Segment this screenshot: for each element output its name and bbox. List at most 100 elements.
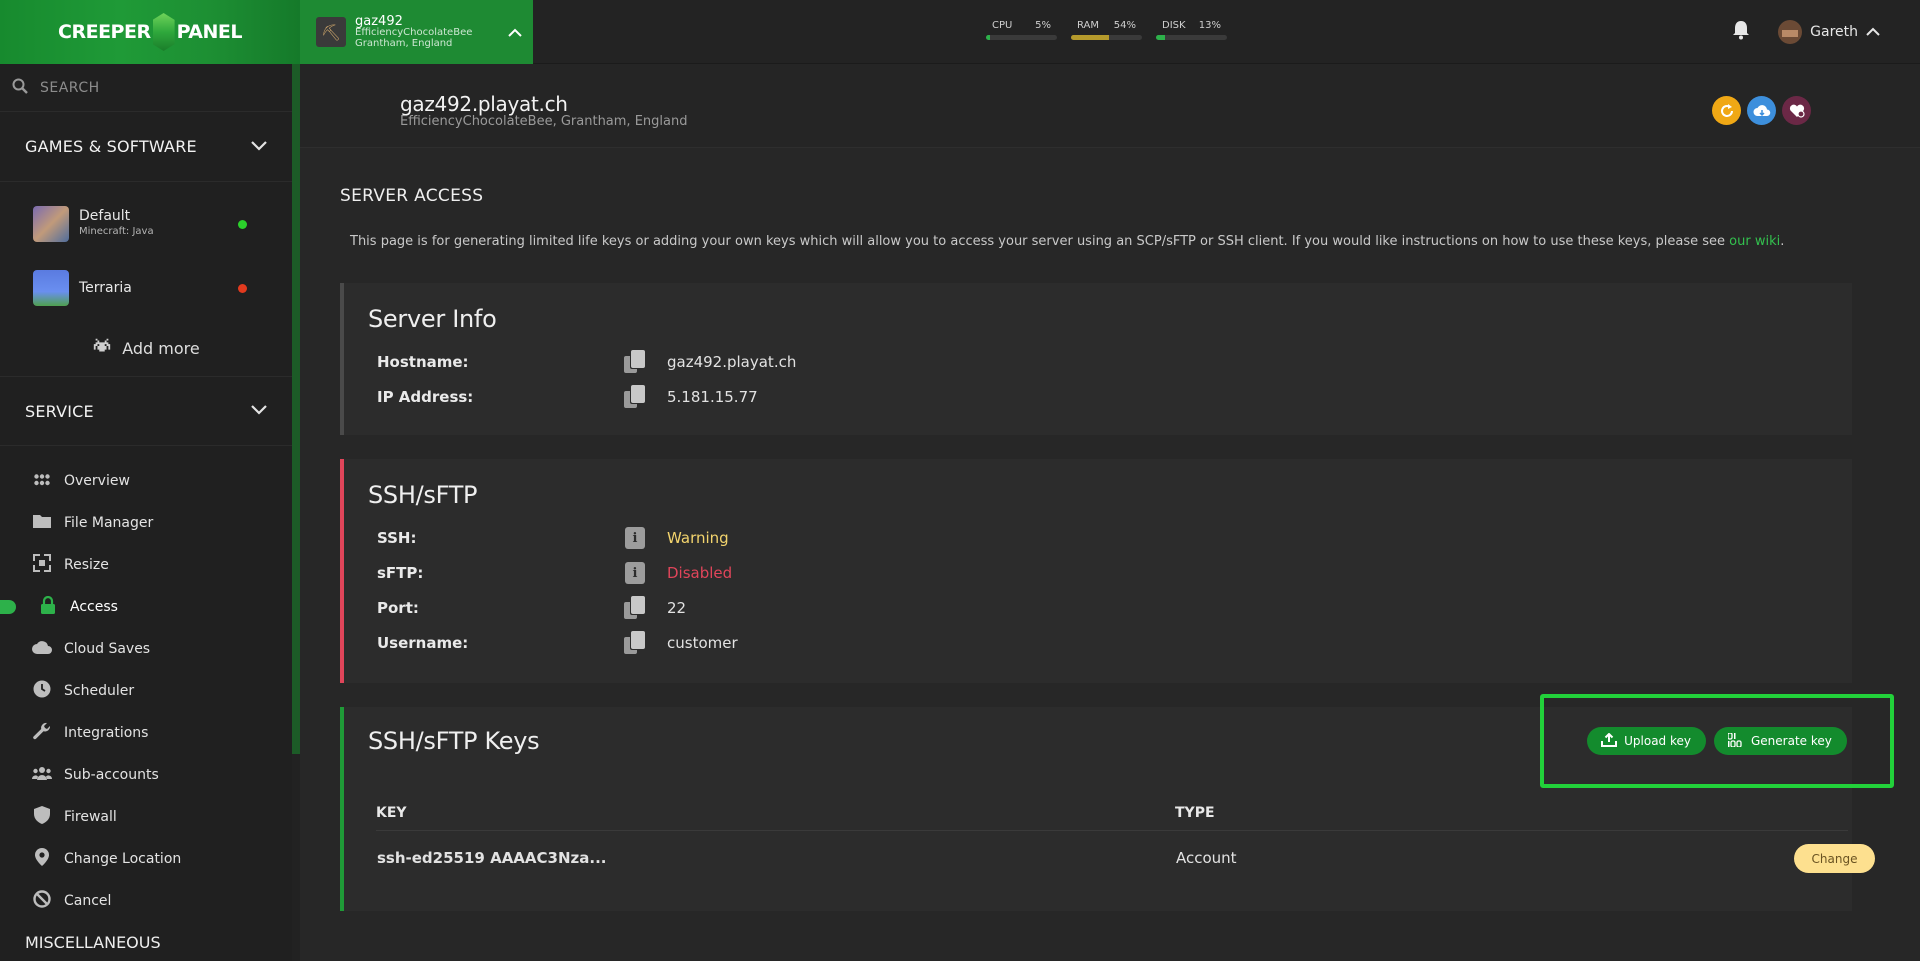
game-name: Default <box>79 208 131 224</box>
server-location: Grantham, England <box>355 37 453 49</box>
chevron-up-icon <box>1866 24 1880 40</box>
pin-icon <box>32 848 52 870</box>
hostname-value: gaz492.playat.ch <box>667 353 797 371</box>
add-more-button[interactable]: Add more <box>0 320 292 376</box>
key-value: ssh-ed25519 AAAAC3Nza... <box>377 849 607 867</box>
games-heading: GAMES & SOFTWARE <box>25 137 197 156</box>
sidebar-item-change-location[interactable]: Change Location <box>0 838 292 880</box>
user-menu[interactable]: Gareth <box>1778 20 1880 44</box>
main-content: gaz492.playat.ch EfficiencyChocolateBee,… <box>300 64 1920 961</box>
upload-icon <box>1601 732 1618 750</box>
sidebar-item-cloud-saves[interactable]: Cloud Saves <box>0 628 292 670</box>
ssh-status: Warning <box>667 529 729 547</box>
sidebar-item-integrations[interactable]: Integrations <box>0 712 292 754</box>
disk-stat: DISK 13% <box>1156 20 1227 40</box>
intro-body: This page is for generating limited life… <box>350 234 1730 249</box>
username-row: Username: customer <box>377 628 1177 658</box>
copy-icon[interactable] <box>623 596 647 620</box>
hostname-row: Hostname: gaz492.playat.ch <box>377 347 1177 377</box>
generate-key-button[interactable]: Generate key <box>1714 727 1847 755</box>
binary-icon <box>1727 731 1744 750</box>
search-input[interactable] <box>40 79 280 96</box>
nav-label: Change Location <box>64 851 182 867</box>
user-name: Gareth <box>1810 24 1858 40</box>
game-item-terraria[interactable]: Terraria <box>0 256 292 320</box>
ram-bar-fill <box>1071 35 1110 40</box>
key-actions: Upload key Generate key <box>1540 694 1894 788</box>
sidebar-item-sub-accounts[interactable]: Sub-accounts <box>0 754 292 796</box>
sidebar-item-overview[interactable]: Overview <box>0 460 292 502</box>
lock-icon <box>38 595 58 618</box>
chevron-up-icon[interactable] <box>497 0 533 64</box>
ssh-label: SSH: <box>377 529 417 547</box>
generate-key-label: Generate key <box>1751 734 1832 748</box>
sidebar-item-firewall[interactable]: Firewall <box>0 796 292 838</box>
cloud-backup-icon[interactable] <box>1747 96 1776 125</box>
server-selector[interactable]: ⛏ gaz492 EfficiencyChocolateBee Grantham… <box>300 0 533 64</box>
active-indicator <box>0 600 16 614</box>
upload-key-label: Upload key <box>1624 734 1691 748</box>
favorite-heart-icon[interactable] <box>1782 96 1811 125</box>
terraria-game-icon <box>33 270 69 306</box>
table-row: ssh-ed25519 AAAAC3Nza... Account Change <box>376 831 1875 887</box>
restart-icon[interactable] <box>1712 96 1741 125</box>
nav-label: Cloud Saves <box>64 641 151 657</box>
sidebar-item-resize[interactable]: Resize <box>0 544 292 586</box>
upload-key-button[interactable]: Upload key <box>1587 727 1706 755</box>
ip-value: 5.181.15.77 <box>667 388 758 406</box>
ram-label: RAM <box>1077 20 1100 31</box>
port-value: 22 <box>667 599 687 617</box>
service-nav: Overview File Manager Resize Access Clou… <box>0 446 292 922</box>
username-value: customer <box>667 634 738 652</box>
sftp-status: Disabled <box>667 564 733 582</box>
top-bar: CREEPER PANEL ⛏ gaz492 EfficiencyChocola… <box>0 0 1920 64</box>
ip-row: IP Address: 5.181.15.77 <box>377 382 1177 412</box>
change-button[interactable]: Change <box>1794 844 1875 873</box>
keys-table-header: KEY TYPE <box>376 795 1848 831</box>
copy-icon[interactable] <box>623 385 647 409</box>
games-section-toggle[interactable]: GAMES & SOFTWARE <box>0 112 292 182</box>
avatar <box>1778 20 1803 44</box>
nav-label: Access <box>70 599 118 615</box>
server-name: gaz492 <box>355 13 403 29</box>
nav-label: File Manager <box>64 515 154 531</box>
cloud-icon <box>32 640 52 658</box>
info-icon[interactable]: i <box>623 561 647 585</box>
col-type: TYPE <box>1175 805 1215 821</box>
cpu-label: CPU <box>992 20 1013 31</box>
sidebar: GAMES & SOFTWARE Default Minecraft: Java… <box>0 64 292 961</box>
card-title: Server Info <box>368 305 497 333</box>
disk-label: DISK <box>1162 20 1186 31</box>
copy-icon[interactable] <box>623 350 647 374</box>
wrench-icon <box>32 722 52 744</box>
logo[interactable]: CREEPER PANEL <box>0 0 300 64</box>
sidebar-item-cancel[interactable]: Cancel <box>0 880 292 922</box>
search-bar <box>0 64 292 112</box>
game-item-default[interactable]: Default Minecraft: Java <box>0 192 292 256</box>
misc-section-toggle[interactable]: MISCELLANEOUS <box>0 922 292 961</box>
ssh-sftp-card: SSH/sFTP SSH: i Warning sFTP: i Disabled… <box>340 459 1852 683</box>
info-icon[interactable]: i <box>623 526 647 550</box>
status-dot <box>238 219 247 229</box>
service-section-toggle[interactable]: SERVICE <box>0 376 292 446</box>
disk-value: 13% <box>1198 20 1221 31</box>
resource-stats: CPU 5% RAM 54% DISK 13% <box>986 20 1227 40</box>
sidebar-item-access[interactable]: Access <box>0 586 292 628</box>
sidebar-scroll-track-lower <box>292 754 300 961</box>
key-type: Account <box>1176 849 1237 867</box>
page-title: gaz492.playat.ch <box>400 92 568 116</box>
ram-value: 54% <box>1113 20 1136 31</box>
space-invader-icon <box>92 338 112 358</box>
copy-icon[interactable] <box>623 631 647 655</box>
sidebar-item-file-manager[interactable]: File Manager <box>0 502 292 544</box>
page-header: gaz492.playat.ch EfficiencyChocolateBee,… <box>300 64 1920 148</box>
sftp-row: sFTP: i Disabled <box>377 558 1177 588</box>
nav-label: Overview <box>64 473 130 489</box>
bell-icon[interactable] <box>1732 20 1750 45</box>
card-title: SSH/sFTP Keys <box>368 727 540 755</box>
nav-label: Integrations <box>64 725 149 741</box>
server-avatar-icon: ⛏ <box>316 17 346 47</box>
ssh-row: SSH: i Warning <box>377 523 1177 553</box>
sidebar-item-scheduler[interactable]: Scheduler <box>0 670 292 712</box>
wiki-link[interactable]: our wiki <box>1729 234 1780 249</box>
